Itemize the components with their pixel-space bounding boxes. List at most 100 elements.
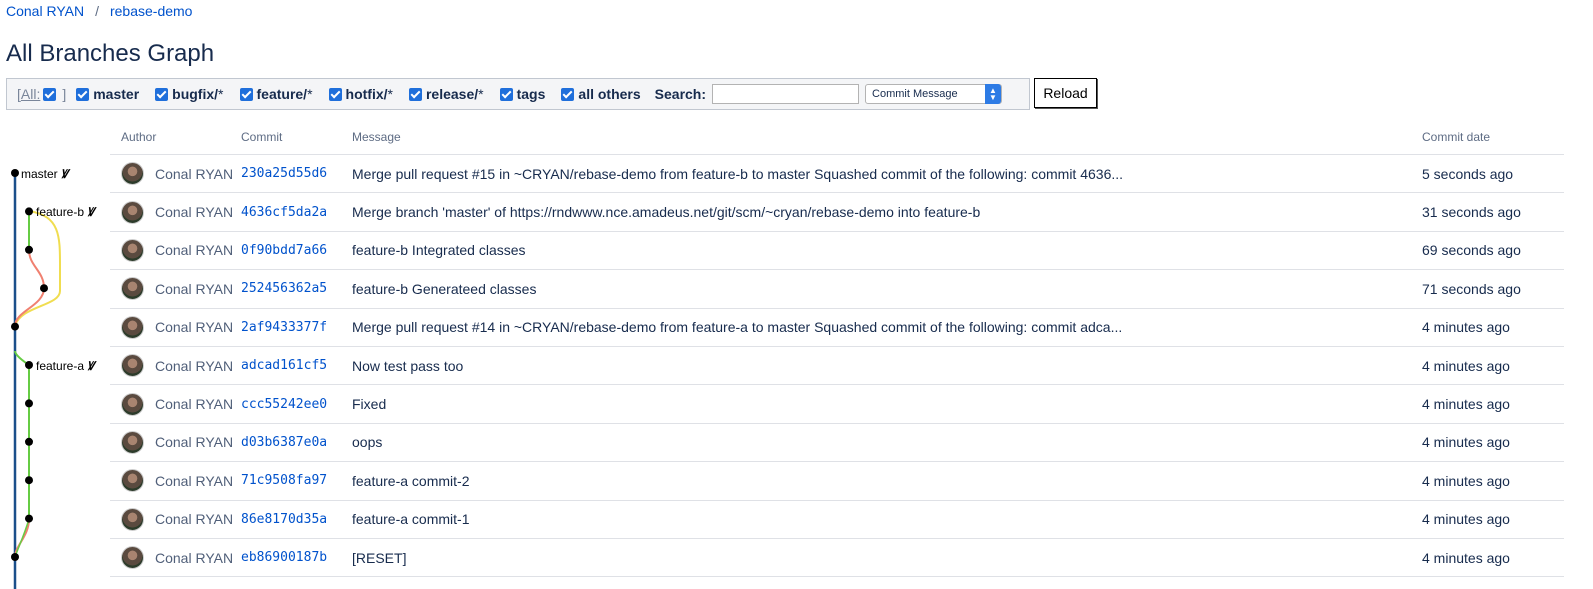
- filter-label: tags: [516, 86, 546, 102]
- commit-message: [RESET]: [352, 549, 407, 566]
- checkbox[interactable]: [155, 87, 169, 101]
- header-date[interactable]: Commit date: [1422, 130, 1564, 144]
- commit-date: 4 minutes ago: [1422, 396, 1510, 413]
- table-row[interactable]: Conal RYAN d03b6387e0a oops 4 minutes ago: [110, 424, 1564, 463]
- breadcrumb-repo-link[interactable]: rebase-demo: [110, 3, 193, 19]
- reload-button[interactable]: Reload: [1034, 78, 1097, 108]
- author-cell: Conal RYAN: [110, 469, 241, 493]
- commit-hash-link[interactable]: 230a25d55d6: [241, 166, 352, 181]
- author-name: Conal RYAN: [155, 357, 234, 374]
- avatar: [121, 277, 144, 301]
- commit-hash-link[interactable]: 86e8170d35a: [241, 512, 352, 527]
- commit-hash-link[interactable]: adcad161cf5: [241, 358, 352, 373]
- commit-date: 4 minutes ago: [1422, 434, 1510, 451]
- commit-hash-link[interactable]: d03b6387e0a: [241, 435, 352, 450]
- table-body: Conal RYAN 230a25d55d6 Merge pull request …: [110, 155, 1564, 578]
- red-edge: [28, 249, 45, 289]
- commit-message: feature-b Generateed classes: [352, 280, 537, 297]
- table-row[interactable]: Conal RYAN 86e8170d35a feature-a commit-1 4…: [110, 501, 1564, 539]
- avatar: [121, 238, 144, 262]
- commit-hash-link[interactable]: ccc55242ee0: [241, 397, 352, 412]
- table-row[interactable]: Conal RYAN 252456362a5 feature-b Generatee…: [110, 270, 1564, 309]
- commit-date: 4 minutes ago: [1422, 472, 1510, 489]
- checkbox[interactable]: [76, 87, 90, 101]
- checkbox[interactable]: [239, 87, 253, 101]
- author-name: Conal RYAN: [155, 280, 234, 297]
- avatar: [121, 162, 144, 186]
- all-bracket-close: ]: [62, 86, 67, 102]
- commit-message: Merge pull request #15 in ~CRYAN/rebase-…: [352, 165, 1124, 182]
- table-row[interactable]: Conal RYAN ccc55242ee0 Fixed 4 minutes ago: [110, 385, 1564, 424]
- avatar: [121, 546, 144, 570]
- filter-feature[interactable]: feature/*: [239, 86, 313, 102]
- search-mode-select[interactable]: Commit Message ▲ ▼: [865, 84, 1003, 104]
- author-name: Conal RYAN: [155, 396, 234, 413]
- author-cell: Conal RYAN: [110, 277, 241, 301]
- commit-hash-link[interactable]: eb86900187b: [241, 550, 352, 565]
- commit-date: 4 minutes ago: [1422, 319, 1510, 336]
- search-label: Search:: [654, 86, 707, 102]
- breadcrumb-separator: /: [95, 3, 99, 19]
- commit-dot: [25, 207, 33, 216]
- filter-label: master: [93, 86, 140, 102]
- filter-suffix: *: [387, 86, 393, 102]
- author-name: Conal RYAN: [155, 204, 234, 221]
- author-name: Conal RYAN: [155, 319, 234, 336]
- feature-a-merge-edge-2: [14, 518, 30, 558]
- checkbox[interactable]: [328, 87, 342, 101]
- search-input[interactable]: [712, 84, 860, 104]
- commit-dot: [25, 476, 33, 485]
- commit-hash-link[interactable]: 252456362a5: [241, 281, 352, 296]
- header-commit[interactable]: Commit: [241, 130, 352, 144]
- commit-message: feature-b Integrated classes: [352, 242, 526, 259]
- table-row[interactable]: Conal RYAN 0f90bdd7a66 feature-b Integrate…: [110, 232, 1564, 271]
- commit-dot: [11, 553, 19, 561]
- filter-bugfix[interactable]: bugfix/*: [155, 86, 224, 102]
- author-cell: Conal RYAN: [110, 546, 241, 570]
- branch-icon: Ꝟ: [87, 359, 95, 373]
- header-message[interactable]: Message: [352, 130, 1422, 144]
- commit-hash-link[interactable]: 4636cf5da2a: [241, 205, 352, 220]
- author-name: Conal RYAN: [155, 165, 234, 182]
- commit-hash-link[interactable]: 71c9508fa97: [241, 473, 352, 488]
- commit-date: 71 seconds ago: [1422, 280, 1521, 297]
- author-cell: Conal RYAN: [110, 392, 241, 416]
- filter-label: release/: [425, 86, 479, 102]
- table-row[interactable]: Conal RYAN 2af9433377f Merge pull request …: [110, 309, 1564, 347]
- commit-dot: [40, 284, 48, 293]
- filter-suffix: *: [307, 86, 313, 102]
- author-cell: Conal RYAN: [110, 162, 241, 186]
- commit-message: Now test pass too: [352, 357, 464, 374]
- table-row[interactable]: Conal RYAN adcad161cf5 Now test pass too 4 …: [110, 347, 1564, 386]
- header-author[interactable]: Author: [110, 130, 241, 144]
- filter-master[interactable]: master: [76, 86, 139, 102]
- table-row[interactable]: Conal RYAN 230a25d55d6 Merge pull request …: [110, 155, 1564, 194]
- checkbox[interactable]: [499, 87, 513, 101]
- author-cell: Conal RYAN: [110, 238, 241, 262]
- branch-filter-bar: [ All: ] master bugfix/* feature/* hotfix/*…: [6, 78, 1030, 110]
- commit-date: 4 minutes ago: [1422, 549, 1510, 566]
- breadcrumb-user-link[interactable]: Conal RYAN: [6, 3, 84, 19]
- filter-allothers[interactable]: all others: [561, 86, 641, 102]
- all-checkbox[interactable]: [43, 87, 57, 101]
- filter-hotfix[interactable]: hotfix/*: [328, 86, 393, 102]
- filter-tags[interactable]: tags: [499, 86, 546, 102]
- table-header: Author Commit Message Commit date: [110, 119, 1564, 155]
- breadcrumb: Conal RYAN / rebase-demo: [6, 3, 192, 19]
- commit-hash-link[interactable]: 2af9433377f: [241, 320, 352, 335]
- search-mode-value: Commit Message: [872, 88, 958, 100]
- commit-hash-link[interactable]: 0f90bdd7a66: [241, 243, 352, 258]
- table-row[interactable]: Conal RYAN 4636cf5da2a Merge branch 'maste…: [110, 193, 1564, 232]
- checkbox[interactable]: [408, 87, 422, 101]
- filter-release[interactable]: release/*: [408, 86, 484, 102]
- avatar: [121, 507, 144, 531]
- table-row[interactable]: Conal RYAN eb86900187b [RESET] 4 minutes ag…: [110, 539, 1564, 578]
- all-link[interactable]: All:: [21, 86, 40, 102]
- commit-dot: [25, 245, 33, 254]
- filter-suffix: *: [218, 86, 224, 102]
- commit-message: Merge pull request #14 in ~CRYAN/rebase-…: [352, 319, 1123, 336]
- commit-dot: [11, 322, 19, 331]
- branch-icon: Ꝟ: [60, 167, 68, 181]
- checkbox[interactable]: [561, 87, 575, 101]
- table-row[interactable]: Conal RYAN 71c9508fa97 feature-a commit-2 4…: [110, 462, 1564, 501]
